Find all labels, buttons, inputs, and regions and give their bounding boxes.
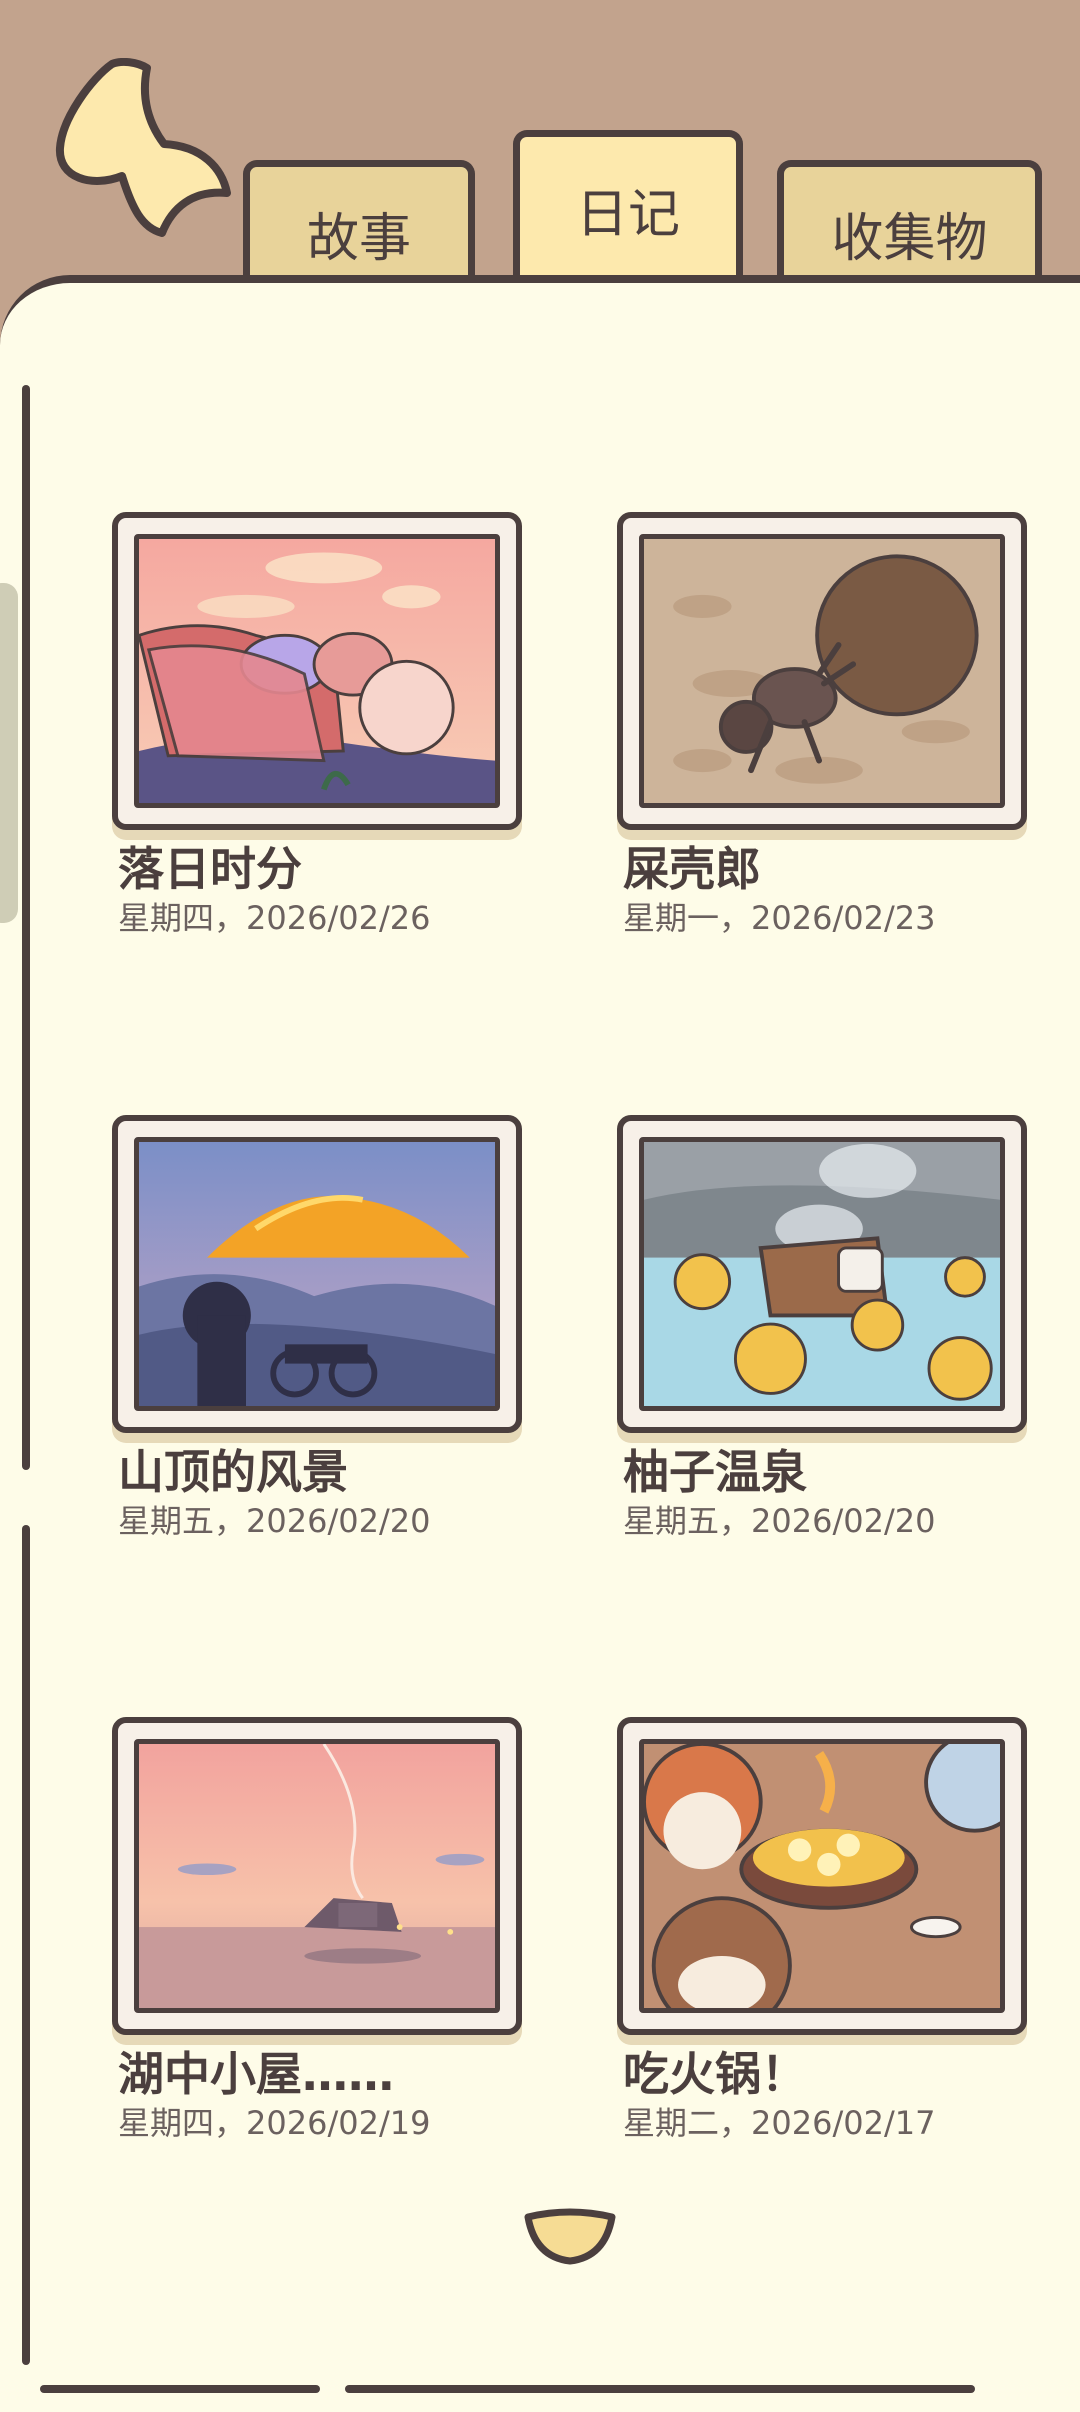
entry-date: 星期四，2026/02/19 (118, 2104, 431, 2142)
photo-frame (112, 1717, 522, 2035)
diary-entry[interactable]: 屎壳郎 星期一，2026/02/23 (617, 512, 1027, 938)
photo-frame (617, 1115, 1027, 1433)
back-arrow-icon (55, 57, 231, 237)
entry-title: 吃火锅！ (623, 2047, 807, 2101)
entry-title: 落日时分 (118, 842, 302, 896)
lake-cabin-image (134, 1739, 500, 2013)
diary-entry[interactable]: 落日时分 星期四，2026/02/26 (112, 512, 522, 938)
diary-entry[interactable]: 山顶的风景 星期五，2026/02/20 (112, 1115, 522, 1541)
diary-entry[interactable]: 吃火锅！ 星期二，2026/02/17 (617, 1717, 1027, 2143)
tab-story[interactable]: 故事 (243, 160, 475, 282)
tab-collection-label: 收集物 (831, 209, 988, 269)
diary-entry[interactable]: 柚子温泉 星期五，2026/02/20 (617, 1115, 1027, 1541)
scroll-down-button[interactable] (520, 2205, 620, 2265)
tab-diary-label: 日记 (575, 185, 680, 245)
tab-story-label: 故事 (306, 209, 411, 269)
page-bottom-line (40, 2385, 320, 2393)
entry-title: 山顶的风景 (118, 1445, 348, 1499)
entry-date: 星期四，2026/02/26 (118, 899, 431, 937)
dung-beetle-image (639, 534, 1005, 808)
tab-collection[interactable]: 收集物 (777, 160, 1042, 282)
entry-title: 屎壳郎 (623, 842, 761, 896)
photo-frame (112, 1115, 522, 1433)
back-button[interactable] (52, 57, 242, 238)
scrollbar-thumb[interactable] (0, 583, 18, 923)
tab-diary[interactable]: 日记 (513, 130, 743, 282)
scroll-down-icon (524, 2208, 616, 2265)
mountain-view-image (134, 1137, 500, 1411)
page-spine-line (22, 385, 30, 1470)
page-spine-line (22, 1525, 30, 2365)
yuzu-hot-spring-image (639, 1137, 1005, 1411)
entry-date: 星期一，2026/02/23 (623, 899, 936, 937)
hotpot-image (639, 1739, 1005, 2013)
photo-frame (617, 512, 1027, 830)
diary-entry[interactable]: 湖中小屋…… 星期四，2026/02/19 (112, 1717, 522, 2143)
sunset-picnic-image (134, 534, 500, 808)
entry-date: 星期五，2026/02/20 (118, 1502, 431, 1540)
photo-frame (112, 512, 522, 830)
photo-frame (617, 1717, 1027, 2035)
entry-date: 星期五，2026/02/20 (623, 1502, 936, 1540)
entry-title: 湖中小屋…… (118, 2047, 394, 2101)
entry-date: 星期二，2026/02/17 (623, 2104, 936, 2142)
entry-title: 柚子温泉 (623, 1445, 807, 1499)
page-bottom-line (345, 2385, 975, 2393)
